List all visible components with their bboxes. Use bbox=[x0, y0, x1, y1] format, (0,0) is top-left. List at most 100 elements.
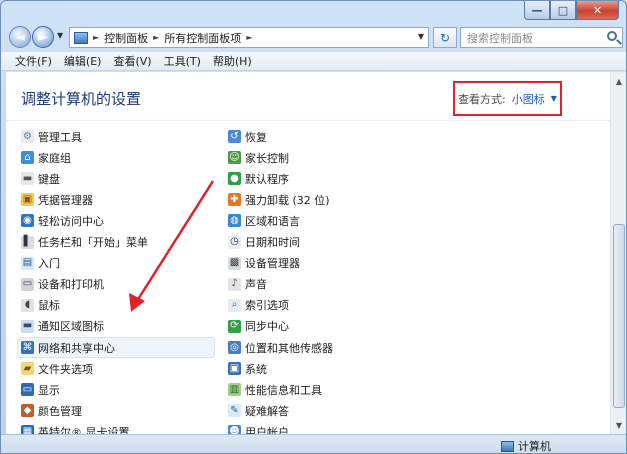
control-panel-item[interactable]: ⟳ 同步中心 bbox=[228, 316, 289, 337]
control-panel-item-label: 键盘 bbox=[38, 172, 60, 186]
control-panel-item[interactable]: ▩ 设备管理器 bbox=[228, 253, 300, 274]
control-panel-item-label: 网络和共享中心 bbox=[38, 341, 115, 355]
control-panel-item[interactable]: ◖ 鼠标 bbox=[21, 295, 60, 316]
control-panel-item[interactable]: ◉ 轻松访问中心 bbox=[21, 210, 104, 231]
close-button[interactable]: ✕ bbox=[576, 1, 619, 20]
control-panel-item[interactable]: ◎ 位置和其他传感器 bbox=[228, 337, 333, 358]
control-panel-item-label: 家庭组 bbox=[38, 151, 71, 165]
breadcrumb-separator-icon[interactable]: ► bbox=[93, 33, 99, 42]
control-panel-item[interactable]: ↺ 恢复 bbox=[228, 126, 267, 147]
control-panel-item[interactable]: ⌘ 网络和共享中心 bbox=[17, 337, 215, 358]
breadcrumb-separator-icon[interactable]: ► bbox=[246, 33, 252, 42]
scrollbar-thumb[interactable] bbox=[613, 224, 625, 408]
sync-center-icon: ⟳ bbox=[228, 319, 241, 333]
view-by-control[interactable]: 查看方式: 小图标 ▼ bbox=[453, 81, 562, 116]
menu-tools[interactable]: 工具(T) bbox=[158, 53, 207, 69]
control-panel-item-label: 凭据管理器 bbox=[38, 193, 93, 207]
control-panel-item[interactable]: ▭ 设备和打印机 bbox=[21, 274, 104, 295]
maximize-button[interactable]: □ bbox=[550, 1, 576, 20]
date-time-icon: ◷ bbox=[228, 235, 241, 249]
control-panel-item-label: 默认程序 bbox=[245, 172, 289, 186]
address-bar[interactable]: ► 控制面板 ► 所有控制面板项 ► ▼ bbox=[69, 27, 429, 48]
control-panel-item-label: 鼠标 bbox=[38, 299, 60, 313]
control-panel-item[interactable]: ✚ 强力卸载 (32 位) bbox=[228, 189, 330, 210]
control-panel-item[interactable]: ▬ 通知区域图标 bbox=[21, 316, 104, 337]
control-panel-item-label: 设备和打印机 bbox=[38, 278, 104, 292]
computer-icon bbox=[501, 440, 514, 452]
caret-down-icon[interactable]: ▼ bbox=[551, 94, 557, 103]
address-dropdown-icon[interactable]: ▼ bbox=[418, 32, 424, 41]
control-panel-item-label: 区域和语言 bbox=[245, 214, 300, 228]
printer-icon: ▭ bbox=[21, 277, 34, 291]
control-panel-item[interactable]: ◍ 区域和语言 bbox=[228, 210, 300, 231]
control-panel-item[interactable]: ◷ 日期和时间 bbox=[228, 232, 300, 253]
control-panel-item[interactable]: ☺ 家长控制 bbox=[228, 147, 289, 168]
keyboard-icon: ▬ bbox=[21, 172, 34, 186]
control-panel-item[interactable]: ▬ 键盘 bbox=[21, 168, 60, 189]
breadcrumb-control-panel[interactable]: 控制面板 bbox=[104, 30, 148, 46]
getting-started-icon: ▤ bbox=[21, 256, 34, 270]
control-panel-item[interactable]: ▰ 文件夹选项 bbox=[21, 358, 93, 379]
control-panel-item[interactable]: ▭ 显示 bbox=[21, 379, 60, 400]
scroll-down-icon[interactable]: ▼ bbox=[613, 418, 625, 432]
uninstall-icon: ✚ bbox=[228, 193, 241, 207]
control-panel-item[interactable]: ◆ 颜色管理 bbox=[21, 400, 82, 421]
device-manager-icon: ▩ bbox=[228, 256, 241, 270]
control-panel-item[interactable]: ⌂ 家庭组 bbox=[21, 147, 71, 168]
location-sensors-icon: ◎ bbox=[228, 341, 241, 354]
control-panel-item[interactable]: ▥ 性能信息和工具 bbox=[228, 379, 322, 400]
menu-edit[interactable]: 编辑(E) bbox=[58, 53, 108, 69]
control-panel-item[interactable]: ♪ 声音 bbox=[228, 274, 267, 295]
menu-file[interactable]: 文件(F) bbox=[9, 53, 58, 69]
refresh-button[interactable]: ↻ bbox=[433, 27, 457, 48]
menu-help[interactable]: 帮助(H) bbox=[207, 53, 258, 69]
control-panel-window: — □ ✕ ◄ ► ▼ ► 控制面板 ► 所有控制面板项 ► ▼ ↻ 搜索控制面… bbox=[0, 0, 627, 454]
control-panel-item[interactable]: ▦ 英特尔® 显卡设置 bbox=[21, 421, 130, 434]
control-panel-item[interactable]: ▤ 入门 bbox=[21, 253, 60, 274]
search-input[interactable]: 搜索控制面板 bbox=[460, 27, 623, 48]
control-panel-item-label: 恢复 bbox=[245, 130, 267, 144]
scroll-up-icon[interactable]: ▲ bbox=[613, 74, 625, 88]
control-panel-item[interactable]: ▣ 系统 bbox=[228, 358, 267, 379]
search-icon[interactable] bbox=[607, 31, 617, 41]
control-panel-item[interactable]: ☻ 用户帐户 bbox=[228, 421, 289, 434]
control-panel-item-label: 轻松访问中心 bbox=[38, 214, 104, 228]
page-title: 调整计算机的设置 bbox=[21, 90, 142, 108]
forward-button[interactable]: ► bbox=[32, 26, 54, 48]
region-language-icon: ◍ bbox=[228, 214, 241, 228]
caption-buttons: — □ ✕ bbox=[524, 1, 619, 20]
taskbar-icon: ▌ bbox=[21, 235, 34, 249]
search-placeholder: 搜索控制面板 bbox=[467, 31, 533, 45]
control-panel-item[interactable]: ⚙ 管理工具 bbox=[21, 126, 82, 147]
control-panel-item-label: 用户帐户 bbox=[245, 425, 289, 434]
breadcrumb-separator-icon[interactable]: ► bbox=[153, 33, 159, 42]
control-panel-item[interactable]: ✎ 疑难解答 bbox=[228, 400, 289, 421]
control-panel-item-label: 管理工具 bbox=[38, 130, 82, 144]
control-panel-item-label: 同步中心 bbox=[245, 320, 289, 334]
control-panel-item-label: 疑难解答 bbox=[245, 404, 289, 418]
control-panel-item-label: 日期和时间 bbox=[245, 236, 300, 249]
view-by-dropdown[interactable]: 小图标 bbox=[512, 91, 545, 107]
view-by-label: 查看方式: bbox=[458, 92, 506, 106]
menu-view[interactable]: 查看(V) bbox=[107, 53, 157, 69]
back-button[interactable]: ◄ bbox=[9, 26, 31, 48]
control-panel-item-label: 入门 bbox=[38, 257, 60, 271]
recent-pages-chevron-icon[interactable]: ▼ bbox=[57, 31, 63, 40]
content-header: 调整计算机的设置 查看方式: 小图标 ▼ bbox=[6, 72, 610, 121]
control-panel-item-label: 性能信息和工具 bbox=[245, 383, 322, 397]
control-panel-item[interactable]: ▌ 任务栏和「开始」菜单 bbox=[21, 232, 148, 253]
vertical-scrollbar[interactable]: ▲ ▼ bbox=[610, 72, 626, 434]
control-panel-item-label: 索引选项 bbox=[245, 299, 289, 313]
minimize-button[interactable]: — bbox=[524, 1, 550, 20]
status-bar: 计算机 bbox=[1, 434, 626, 453]
folder-options-icon: ▰ bbox=[21, 362, 34, 376]
control-panel-item[interactable]: ● 默认程序 bbox=[228, 168, 289, 189]
control-panel-item-label: 通知区域图标 bbox=[38, 320, 104, 334]
control-panel-item[interactable]: ⌕ 索引选项 bbox=[228, 295, 289, 316]
control-panel-item-label: 强力卸载 (32 位) bbox=[245, 193, 330, 207]
address-row: ◄ ► ▼ ► 控制面板 ► 所有控制面板项 ► ▼ ↻ 搜索控制面板 bbox=[1, 25, 626, 51]
breadcrumb-all-items[interactable]: 所有控制面板项 bbox=[164, 30, 241, 46]
control-panel-item[interactable]: ▣ 凭据管理器 bbox=[21, 189, 93, 210]
control-panel-item-label: 颜色管理 bbox=[38, 404, 82, 418]
control-panel-item-label: 声音 bbox=[245, 278, 267, 292]
